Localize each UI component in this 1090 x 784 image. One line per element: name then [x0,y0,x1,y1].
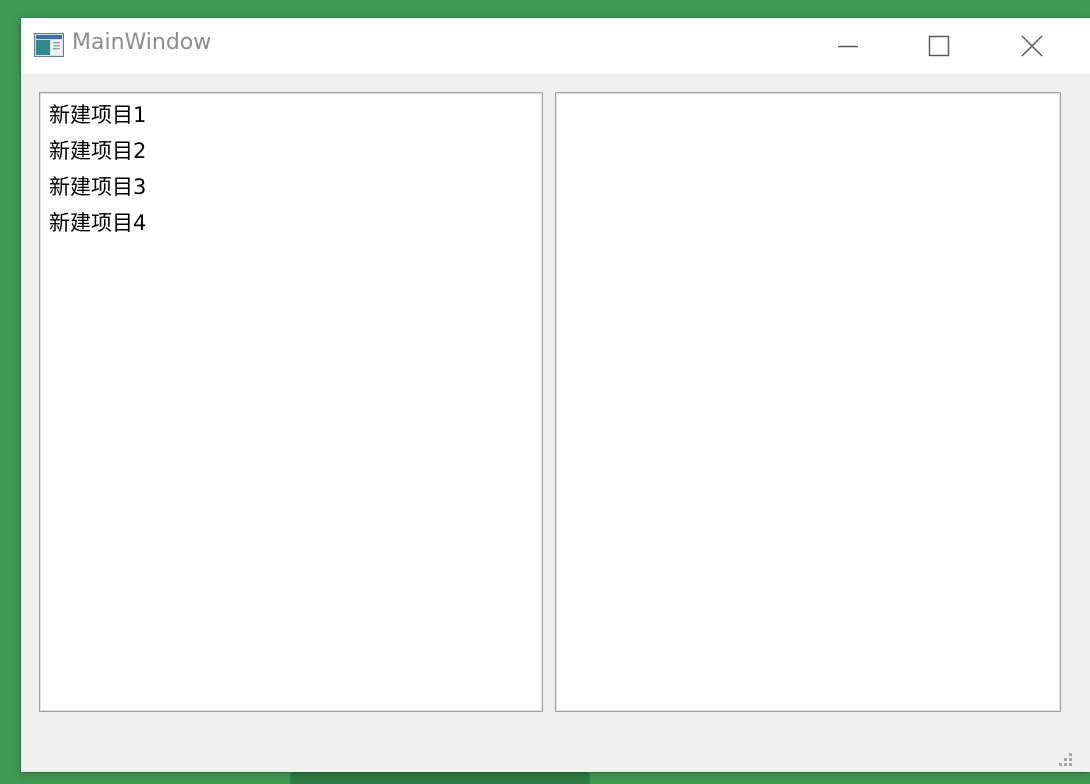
right-list-widget[interactable] [555,92,1061,712]
resize-grip-icon[interactable] [1058,752,1074,768]
left-list-widget[interactable]: 新建项目1 新建项目2 新建项目3 新建项目4 [39,92,543,712]
minimize-button[interactable] [802,18,894,74]
list-item[interactable]: 新建项目4 [40,205,542,241]
close-icon [1021,35,1043,57]
main-window: MainWindow 新建项目1 新建项目2 新建项目3 新建项目4 [21,18,1090,772]
left-list-items: 新建项目1 新建项目2 新建项目3 新建项目4 [40,93,542,241]
app-window-icon [34,33,64,57]
window-title: MainWindow [72,30,212,55]
title-bar[interactable]: MainWindow [21,18,1090,74]
list-item[interactable]: 新建项目3 [40,169,542,205]
minimize-icon [838,45,858,48]
right-list-items [556,93,1060,97]
list-item[interactable]: 新建项目1 [40,97,542,133]
list-item[interactable]: 新建项目2 [40,133,542,169]
maximize-icon [928,35,950,57]
close-button[interactable] [986,18,1078,74]
maximize-button[interactable] [893,18,985,74]
